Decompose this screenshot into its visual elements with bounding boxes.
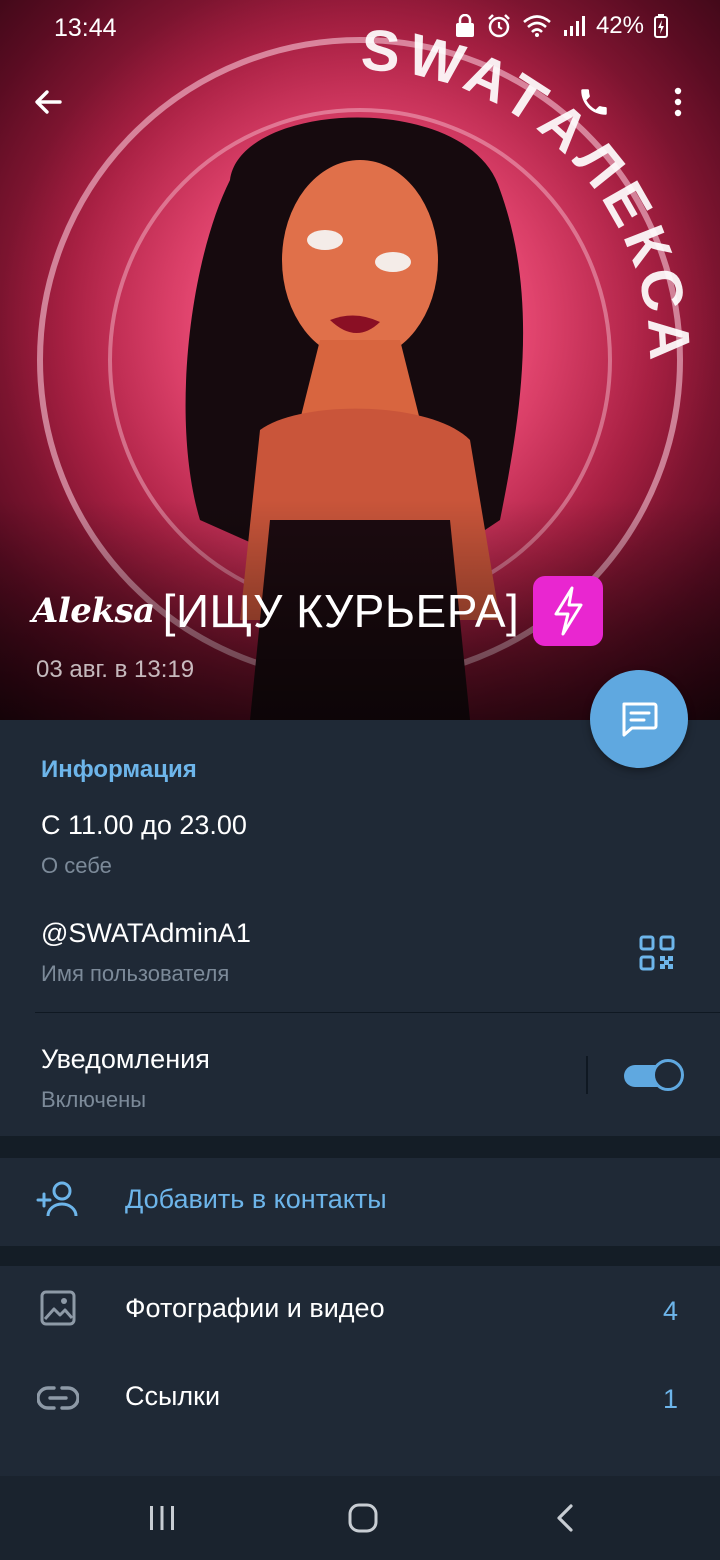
link-icon xyxy=(36,1378,80,1418)
shared-media-section: Фотографии и видео 4 Ссылки 1 xyxy=(0,1266,720,1476)
alarm-icon xyxy=(488,14,510,38)
profile-name-script: Aleksa xyxy=(32,591,155,631)
signal-icon xyxy=(563,16,585,36)
username-label: Имя пользователя xyxy=(41,961,230,986)
notifications-status: Включены xyxy=(41,1087,147,1112)
more-menu-button[interactable] xyxy=(652,76,704,128)
add-contact-label: Добавить в контакты xyxy=(125,1184,387,1214)
profile-name: Aleksa [ИЩУ КУРЬЕРА] xyxy=(32,574,604,648)
recent-apps-icon xyxy=(150,1506,174,1530)
info-section-title: Информация xyxy=(41,756,197,783)
battery-percent: 42% xyxy=(595,12,644,39)
add-contact-row[interactable]: Добавить в контакты xyxy=(0,1158,720,1246)
info-section: Информация С 11.00 до 23.00 О себе @SWAT… xyxy=(0,720,720,1136)
bio-label: О себе xyxy=(41,853,112,878)
battery-charging-icon xyxy=(654,14,668,38)
lightning-emoji-badge xyxy=(533,576,604,646)
notifications-separator xyxy=(586,1056,588,1094)
nav-back-button[interactable] xyxy=(535,1494,595,1542)
section-gap xyxy=(0,1246,720,1266)
image-icon xyxy=(38,1288,78,1328)
status-bar: 13:44 42% xyxy=(0,0,720,56)
status-icons: 42% xyxy=(454,12,668,40)
username-value[interactable]: @SWATAdminA1 xyxy=(41,918,251,949)
more-vertical-icon xyxy=(674,87,682,117)
lock-icon xyxy=(455,14,474,37)
last-seen: 03 авг. в 13:19 xyxy=(36,656,195,683)
qr-code-icon xyxy=(639,935,675,971)
media-links-label: Ссылки xyxy=(125,1381,221,1411)
back-button[interactable] xyxy=(22,76,74,128)
message-icon xyxy=(622,702,658,737)
status-time: 13:44 xyxy=(54,14,117,42)
home-button[interactable] xyxy=(333,1494,393,1542)
send-message-button[interactable] xyxy=(590,670,688,768)
notifications-title[interactable]: Уведомления xyxy=(41,1044,210,1075)
system-nav-bar xyxy=(0,1476,720,1560)
arrow-back-icon xyxy=(35,90,62,114)
media-links-count: 1 xyxy=(662,1384,678,1414)
call-button[interactable] xyxy=(568,76,620,128)
toggle-knob xyxy=(652,1059,684,1091)
bio-value[interactable]: С 11.00 до 23.00 xyxy=(41,810,247,841)
lightning-icon xyxy=(554,586,583,636)
add-user-icon xyxy=(36,1178,80,1222)
home-icon xyxy=(348,1503,378,1533)
wifi-icon xyxy=(523,15,551,37)
info-divider xyxy=(35,1012,720,1013)
profile-name-main: [ИЩУ КУРЬЕРА] xyxy=(162,585,520,637)
notifications-toggle[interactable] xyxy=(624,1059,684,1091)
recent-apps-button[interactable] xyxy=(132,1494,192,1542)
qr-code-button[interactable] xyxy=(634,930,680,976)
phone-icon xyxy=(581,89,607,115)
chevron-left-icon xyxy=(557,1504,573,1532)
section-gap xyxy=(0,1136,720,1158)
media-photos-label: Фотографии и видео xyxy=(125,1293,385,1323)
media-photos-count: 4 xyxy=(662,1296,678,1326)
